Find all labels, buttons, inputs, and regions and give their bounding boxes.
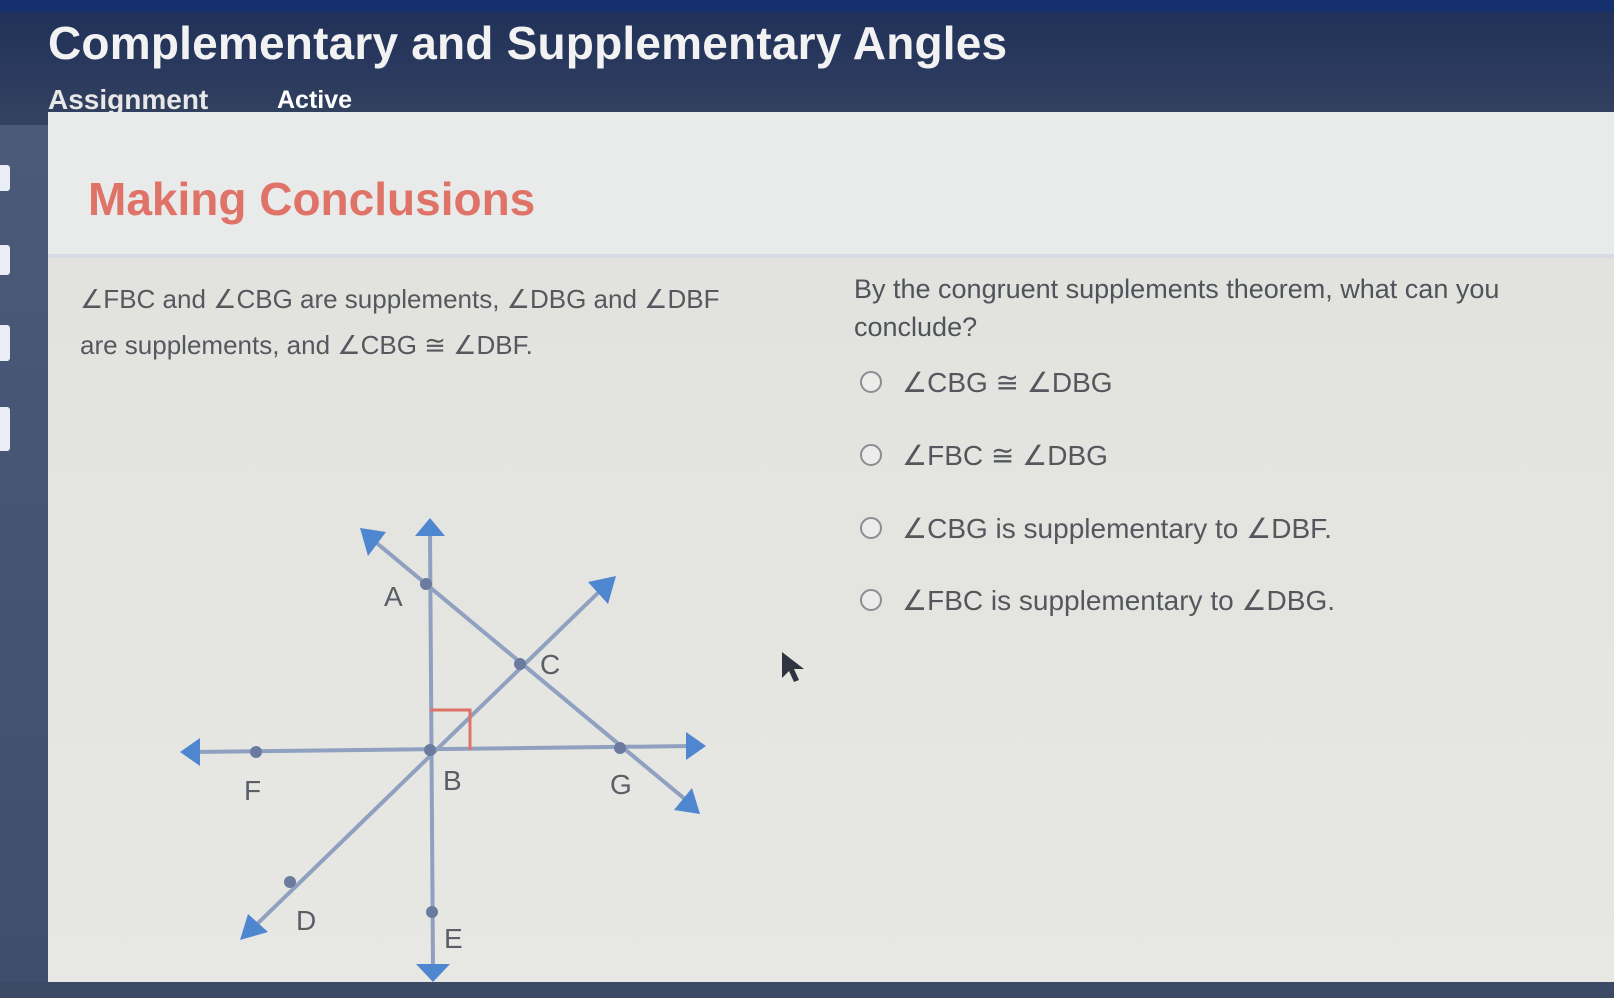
problem-statement: ∠FBC and ∠CBG are supplements, ∠DBG and …	[80, 276, 800, 368]
point-C	[514, 658, 526, 670]
point-F	[250, 746, 262, 758]
arrowhead-left	[180, 738, 200, 766]
point-B	[424, 744, 436, 756]
sidebar-marker[interactable]	[0, 325, 10, 361]
arrowhead-down	[416, 964, 450, 982]
lesson-panel: Making Conclusions ∠FBC and ∠CBG are sup…	[48, 112, 1614, 982]
answer-option[interactable]: ∠CBG is supplementary to ∠DBF.	[860, 508, 1332, 548]
option-label: ∠CBG is supplementary to ∠DBF.	[902, 512, 1332, 544]
mouse-cursor-icon	[782, 652, 804, 682]
arrowhead-up	[415, 518, 445, 536]
arrowhead-right	[686, 732, 706, 760]
radio-button[interactable]	[860, 444, 882, 466]
label-C: C	[540, 649, 560, 680]
status-label: Active	[277, 86, 353, 114]
question-prompt: By the congruent supplements theorem, wh…	[854, 274, 1500, 342]
sidebar-marker[interactable]	[0, 165, 10, 191]
line-AG	[371, 538, 688, 802]
answer-option[interactable]: ∠CBG ≅ ∠DBG	[860, 362, 1113, 402]
answer-option[interactable]: ∠FBC ≅ ∠DBG	[860, 435, 1108, 475]
page-title: Complementary and Supplementary Angles	[48, 17, 1008, 69]
point-A	[420, 578, 432, 590]
problem-line: ∠FBC and ∠CBG are supplements, ∠DBG and …	[80, 284, 720, 314]
answer-option[interactable]: ∠FBC is supplementary to ∠DBG.	[860, 580, 1335, 620]
sidebar-marker[interactable]	[0, 245, 10, 275]
point-E	[426, 906, 438, 918]
geometry-diagram: A B C D E F G	[180, 518, 706, 982]
label-E: E	[444, 923, 463, 954]
right-angle-marker	[430, 708, 472, 750]
line-DC	[251, 586, 605, 930]
radio-button[interactable]	[860, 589, 882, 611]
section-header: Making Conclusions	[48, 112, 1614, 258]
option-label: ∠CBG ≅ ∠DBG	[902, 366, 1113, 398]
label-G: G	[610, 769, 632, 800]
label-F: F	[244, 775, 261, 806]
sidebar-marker[interactable]	[0, 407, 10, 451]
option-label: ∠FBC ≅ ∠DBG	[902, 439, 1108, 471]
radio-button[interactable]	[860, 517, 882, 539]
label-B: B	[443, 765, 462, 796]
arrowhead-upleft	[360, 528, 386, 556]
label-A: A	[384, 581, 403, 612]
option-label: ∠FBC is supplementary to ∠DBG.	[902, 584, 1336, 616]
section-title: Making Conclusions	[88, 173, 536, 225]
top-strip	[0, 0, 1614, 12]
point-D	[284, 876, 296, 888]
problem-line: are supplements, and ∠CBG ≅ ∠DBF.	[80, 330, 533, 360]
label-D: D	[296, 905, 316, 936]
content-area: ∠FBC and ∠CBG are supplements, ∠DBG and …	[48, 258, 1614, 982]
point-G	[614, 742, 626, 754]
radio-button[interactable]	[860, 371, 882, 393]
